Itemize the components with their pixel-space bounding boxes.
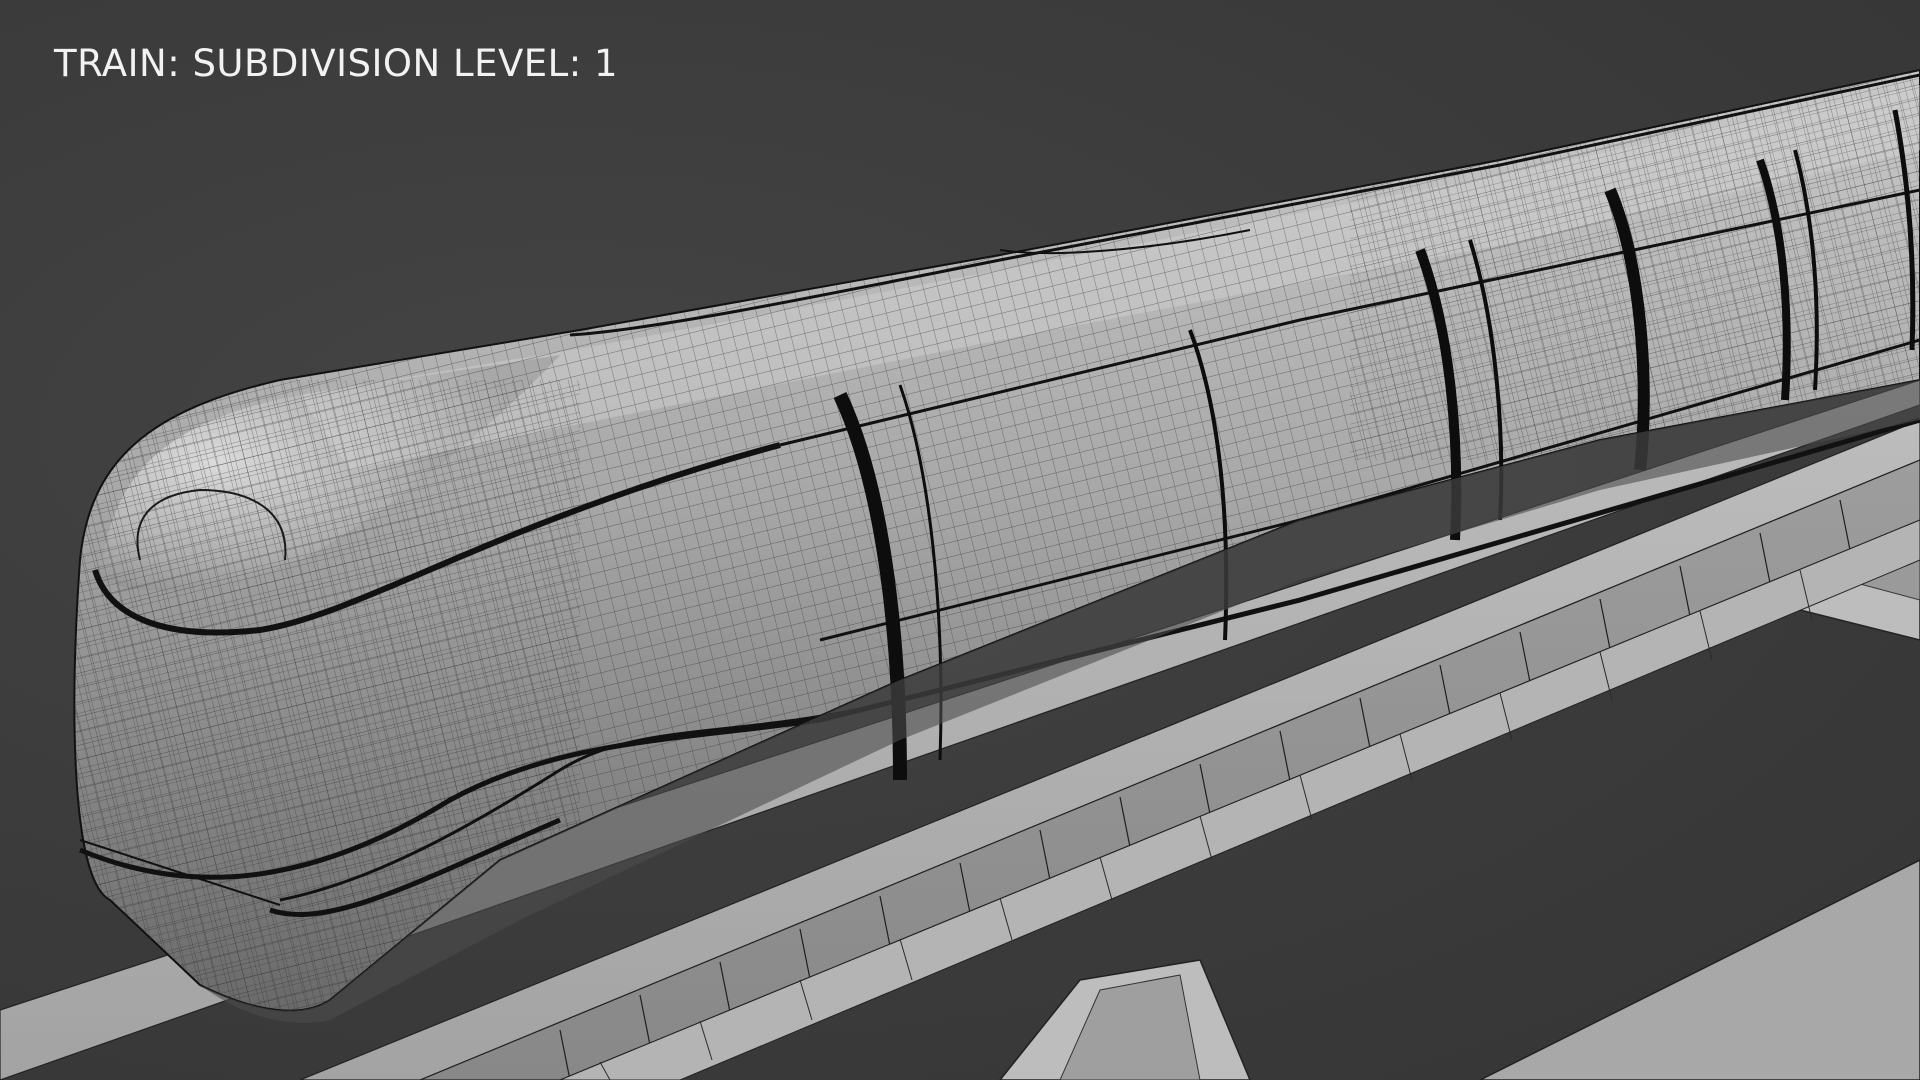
render-viewport: TRAIN: SUBDIVISION LEVEL: 1: [0, 0, 1920, 1080]
subdivision-level-label: TRAIN: SUBDIVISION LEVEL: 1: [54, 42, 619, 85]
render-canvas: [0, 68, 1920, 1080]
